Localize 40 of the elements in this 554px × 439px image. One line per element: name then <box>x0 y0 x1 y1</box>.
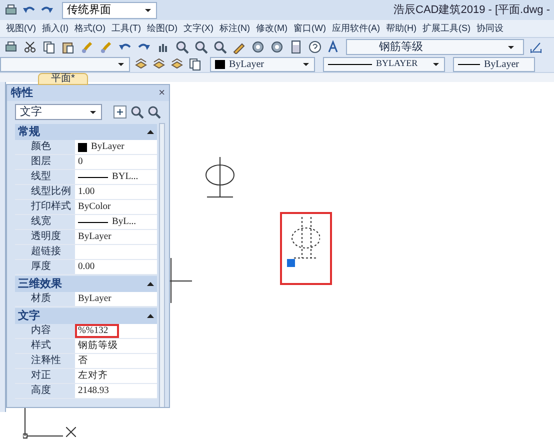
property-value[interactable]: %%132 <box>75 324 157 338</box>
menu-item[interactable]: 插入(I) <box>42 22 68 36</box>
menu-item[interactable]: 应用软件(A) <box>332 22 380 36</box>
property-value[interactable]: ByLayer <box>75 230 157 244</box>
section-header[interactable]: 常规 <box>15 124 157 140</box>
close-button[interactable]: × <box>158 88 165 98</box>
property-value[interactable]: ByLayer <box>75 292 157 306</box>
property-value[interactable]: 0.00 <box>75 260 157 274</box>
property-value[interactable]: ByLayer <box>75 140 157 154</box>
panel-title: 特性 <box>11 86 33 101</box>
property-value[interactable]: 否 <box>75 354 157 368</box>
menu-item[interactable]: 视图(V) <box>6 22 36 36</box>
menu-item[interactable]: 绘图(D) <box>147 22 178 36</box>
property-value[interactable]: BYL... <box>75 170 157 184</box>
menu-item[interactable]: 窗口(W) <box>294 22 326 36</box>
color-dropdown[interactable]: ByLayer <box>210 56 315 72</box>
property-value[interactable]: 钢筋等级 <box>75 339 157 353</box>
menu-item[interactable]: 修改(M) <box>256 22 288 36</box>
linetype-dropdown[interactable]: BYLAYER <box>323 56 445 72</box>
menu-item[interactable]: 文字(X) <box>184 22 214 36</box>
menu-item[interactable]: 工具(T) <box>112 22 141 36</box>
property-value[interactable]: 0 <box>75 155 157 169</box>
property-value[interactable]: 左对齐 <box>75 369 157 383</box>
lineweight-dropdown[interactable]: ByLayer <box>453 56 535 72</box>
property-value[interactable]: ByL... <box>75 215 157 229</box>
property-value[interactable]: ByColor <box>75 200 157 214</box>
text-style-dropdown[interactable]: 钢筋等级 <box>346 39 524 55</box>
selection-dropdown[interactable]: 文字 <box>15 104 102 120</box>
menu-item[interactable]: 协同设 <box>476 22 504 36</box>
menu-item[interactable]: 扩展工具(S) <box>422 22 470 36</box>
document-tab[interactable]: 平面* <box>38 73 88 85</box>
property-value[interactable]: 2148.93 <box>75 384 157 398</box>
property-value[interactable]: 1.00 <box>75 185 157 199</box>
section-header[interactable]: 文字 <box>15 308 157 324</box>
menu-item[interactable]: 帮助(H) <box>386 22 416 36</box>
menu-item[interactable]: 格式(O) <box>74 22 106 36</box>
section-header[interactable]: 三维效果 <box>15 276 157 292</box>
workspace-dropdown[interactable]: 传统界面 <box>62 2 157 18</box>
window-title: 浩辰CAD建筑2019 - [平面.dwg - <box>394 2 550 18</box>
menu-item[interactable]: 标注(N) <box>220 22 250 36</box>
